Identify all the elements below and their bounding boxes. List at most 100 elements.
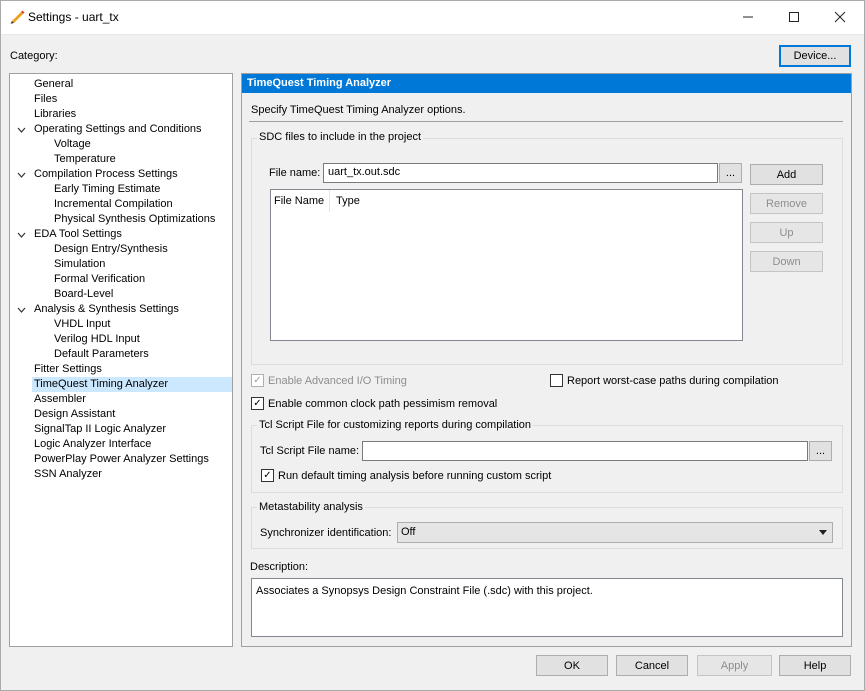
- tree-item[interactable]: Fitter Settings: [10, 362, 232, 377]
- tree-item[interactable]: TimeQuest Timing Analyzer: [32, 377, 232, 392]
- device-button[interactable]: Device...: [779, 45, 851, 67]
- tcl-browse-button[interactable]: ...: [809, 441, 832, 461]
- up-button[interactable]: Up: [750, 222, 823, 243]
- tree-item-label: Design Assistant: [34, 408, 116, 420]
- report-worst-case-label: Report worst-case paths during compilati…: [567, 375, 779, 387]
- tcl-file-name-label: Tcl Script File name:: [260, 445, 360, 457]
- maximize-icon: [789, 12, 799, 22]
- synchronizer-value: Off: [401, 526, 416, 538]
- chevron-down-icon[interactable]: [16, 305, 26, 315]
- sdc-group-label: SDC files to include in the project: [257, 131, 424, 143]
- maximize-button[interactable]: [771, 0, 817, 34]
- separator: [249, 121, 843, 122]
- tree-item[interactable]: Design Entry/Synthesis: [10, 242, 232, 257]
- tree-item-label: Incremental Compilation: [54, 198, 173, 210]
- tree-item[interactable]: Early Timing Estimate: [10, 182, 232, 197]
- tree-item[interactable]: Operating Settings and Conditions: [10, 122, 232, 137]
- tcl-group-label: Tcl Script File for customizing reports …: [257, 419, 534, 431]
- column-header-type[interactable]: Type: [331, 190, 431, 212]
- tree-item[interactable]: Libraries: [10, 107, 232, 122]
- tree-item[interactable]: SignalTap II Logic Analyzer: [10, 422, 232, 437]
- tree-item[interactable]: Simulation: [10, 257, 232, 272]
- cancel-button[interactable]: Cancel: [616, 655, 688, 676]
- apply-button[interactable]: Apply: [697, 655, 772, 676]
- chevron-down-icon[interactable]: [16, 125, 26, 135]
- panel-intro: Specify TimeQuest Timing Analyzer option…: [251, 104, 466, 116]
- description-box: Associates a Synopsys Design Constraint …: [251, 578, 843, 637]
- file-name-label: File name:: [269, 167, 321, 179]
- tree-item-label: Files: [34, 93, 58, 105]
- tree-item[interactable]: Physical Synthesis Optimizations: [10, 212, 232, 227]
- tree-item[interactable]: PowerPlay Power Analyzer Settings: [10, 452, 232, 467]
- tree-item[interactable]: Voltage: [10, 137, 232, 152]
- run-default-checkbox[interactable]: ✓: [261, 469, 274, 482]
- tree-item[interactable]: Formal Verification: [10, 272, 232, 287]
- tree-item[interactable]: General: [10, 77, 232, 92]
- tree-item-label: Operating Settings and Conditions: [34, 123, 202, 135]
- tree-item[interactable]: Default Parameters: [10, 347, 232, 362]
- chevron-down-icon[interactable]: [16, 230, 26, 240]
- minimize-button[interactable]: [725, 0, 771, 34]
- chevron-down-icon: [819, 530, 827, 535]
- category-tree[interactable]: General Files Libraries Operating Settings …: [9, 73, 233, 647]
- window-title: Settings - uart_tx: [28, 10, 119, 24]
- tree-item-label: Design Entry/Synthesis: [54, 243, 168, 255]
- metastability-group-label: Metastability analysis: [257, 501, 365, 513]
- column-header-file-name[interactable]: File Name: [271, 190, 330, 212]
- tree-item-label: SSN Analyzer: [34, 468, 102, 480]
- tree-item-label: Simulation: [54, 258, 106, 270]
- tree-item[interactable]: SSN Analyzer: [10, 467, 232, 482]
- category-label: Category:: [10, 50, 58, 62]
- minimize-icon: [743, 16, 753, 18]
- tree-item[interactable]: Analysis & Synthesis Settings: [10, 302, 232, 317]
- down-button[interactable]: Down: [750, 251, 823, 272]
- tree-item[interactable]: Assembler: [10, 392, 232, 407]
- tree-item[interactable]: VHDL Input: [10, 317, 232, 332]
- ok-button[interactable]: OK: [536, 655, 608, 676]
- synchronizer-label: Synchronizer identification:: [260, 527, 392, 539]
- close-button[interactable]: [817, 0, 863, 34]
- settings-pencil-icon: [10, 10, 25, 24]
- tree-item[interactable]: Temperature: [10, 152, 232, 167]
- enable-advanced-io-checkbox[interactable]: ✓: [251, 374, 264, 387]
- tree-item-label: Libraries: [34, 108, 77, 120]
- chevron-down-icon[interactable]: [16, 170, 26, 180]
- tree-item-label: Logic Analyzer Interface: [34, 438, 152, 450]
- tree-item-label: Default Parameters: [54, 348, 149, 360]
- tree-item-label: TimeQuest Timing Analyzer: [34, 378, 169, 390]
- tree-item[interactable]: Logic Analyzer Interface: [10, 437, 232, 452]
- tree-item-label: Analysis & Synthesis Settings: [34, 303, 179, 315]
- tree-item-label: Physical Synthesis Optimizations: [54, 213, 216, 225]
- file-browse-button[interactable]: ...: [719, 163, 742, 183]
- description-label: Description:: [250, 561, 309, 573]
- tree-item[interactable]: Compilation Process Settings: [10, 167, 232, 182]
- remove-button[interactable]: Remove: [750, 193, 823, 214]
- file-name-input[interactable]: uart_tx.out.sdc: [323, 163, 718, 183]
- tree-item-label: Fitter Settings: [34, 363, 102, 375]
- tree-item-label: EDA Tool Settings: [34, 228, 122, 240]
- tree-item[interactable]: Files: [10, 92, 232, 107]
- tree-item-label: Formal Verification: [54, 273, 146, 285]
- tree-item-label: Voltage: [54, 138, 91, 150]
- enable-ccpp-label: Enable common clock path pessimism remov…: [268, 398, 498, 410]
- panel-header: TimeQuest Timing Analyzer: [242, 74, 851, 93]
- tree-item-label: Board-Level: [54, 288, 114, 300]
- enable-ccpp-checkbox[interactable]: ✓: [251, 397, 264, 410]
- tree-item-label: Early Timing Estimate: [54, 183, 161, 195]
- tree-item-label: PowerPlay Power Analyzer Settings: [34, 453, 209, 465]
- tree-item[interactable]: Verilog HDL Input: [10, 332, 232, 347]
- close-icon: [834, 11, 846, 23]
- help-button[interactable]: Help: [779, 655, 851, 676]
- tree-item[interactable]: Board-Level: [10, 287, 232, 302]
- report-worst-case-checkbox[interactable]: [550, 374, 563, 387]
- tree-item[interactable]: Design Assistant: [10, 407, 232, 422]
- synchronizer-select[interactable]: Off: [397, 522, 833, 543]
- tree-item-label: Compilation Process Settings: [34, 168, 178, 180]
- add-button[interactable]: Add: [750, 164, 823, 185]
- description-text: Associates a Synopsys Design Constraint …: [256, 585, 593, 597]
- tree-item[interactable]: EDA Tool Settings: [10, 227, 232, 242]
- tree-item-label: Assembler: [34, 393, 86, 405]
- tree-item[interactable]: Incremental Compilation: [10, 197, 232, 212]
- tree-item-label: VHDL Input: [54, 318, 111, 330]
- tcl-file-name-input[interactable]: [362, 441, 808, 461]
